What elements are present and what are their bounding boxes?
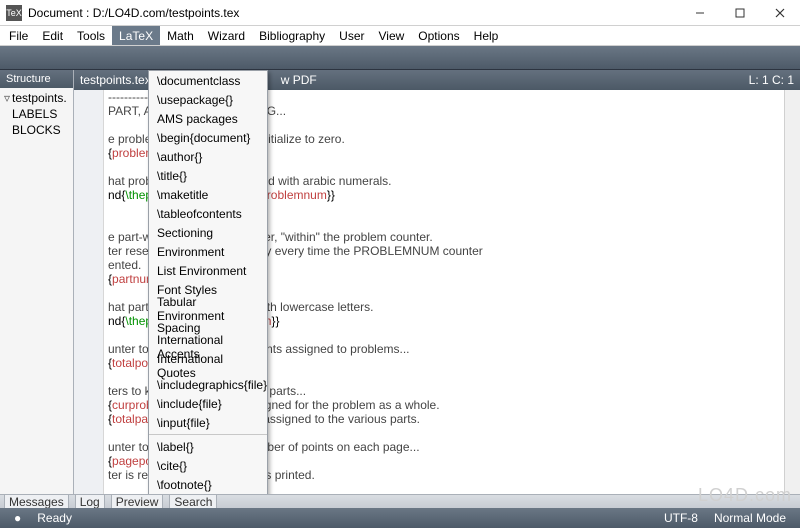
- menu-option[interactable]: \footnote{}: [149, 475, 267, 494]
- twisty-icon[interactable]: ▿: [2, 91, 12, 105]
- status-encoding: UTF-8: [656, 511, 706, 525]
- structure-header: Structure: [0, 70, 73, 88]
- menu-file[interactable]: File: [2, 26, 35, 45]
- menu-option[interactable]: \documentclass: [149, 71, 267, 90]
- center-area: \documentclass\usepackage{}AMS packages\…: [74, 70, 800, 494]
- menu-user[interactable]: User: [332, 26, 371, 45]
- menu-option[interactable]: \author{}: [149, 147, 267, 166]
- menu-option[interactable]: Sectioning: [149, 223, 267, 242]
- menu-option[interactable]: Tabular Environment: [149, 299, 267, 318]
- tab-pdf[interactable]: w PDF: [281, 73, 317, 87]
- tree-item-root[interactable]: ▿ testpoints.: [2, 90, 71, 106]
- main-area: Structure ▿ testpoints. LABELS BLOCKS \d…: [0, 70, 800, 494]
- menu-math[interactable]: Math: [160, 26, 201, 45]
- menu-edit[interactable]: Edit: [35, 26, 70, 45]
- titlebar: TeX Document : D:/LO4D.com/testpoints.te…: [0, 0, 800, 26]
- menu-option[interactable]: \usepackage{}: [149, 90, 267, 109]
- tree-item[interactable]: LABELS: [2, 106, 71, 122]
- menu-option[interactable]: International Quotes: [149, 356, 267, 375]
- menu-options[interactable]: Options: [411, 26, 466, 45]
- tree-item[interactable]: BLOCKS: [2, 122, 71, 138]
- tab-document[interactable]: testpoints.tex: [80, 73, 151, 87]
- menu-option[interactable]: \begin{document}: [149, 128, 267, 147]
- scrollbar-vertical[interactable]: [784, 90, 800, 494]
- menu-option[interactable]: \input{file}: [149, 413, 267, 432]
- app-icon: TeX: [6, 5, 22, 21]
- toolbar: [0, 46, 800, 70]
- bottom-tabs: MessagesLogPreviewSearch: [0, 494, 800, 508]
- menu-option[interactable]: \label{}: [149, 437, 267, 456]
- latex-menu-dropdown[interactable]: \documentclass\usepackage{}AMS packages\…: [148, 70, 268, 494]
- watermark: LO4D.com: [698, 485, 792, 506]
- menu-bibliography[interactable]: Bibliography: [252, 26, 332, 45]
- menu-option[interactable]: \title{}: [149, 166, 267, 185]
- status-bullet: ●: [6, 511, 29, 525]
- menu-view[interactable]: View: [372, 26, 412, 45]
- maximize-button[interactable]: [720, 0, 760, 25]
- cursor-position: L: 1 C: 1: [749, 73, 794, 87]
- line-gutter: 3132333435 36: [74, 90, 104, 494]
- menu-option[interactable]: List Environment: [149, 261, 267, 280]
- status-bar: ● Ready UTF-8 Normal Mode: [0, 508, 800, 528]
- window-title: Document : D:/LO4D.com/testpoints.tex: [28, 6, 680, 20]
- structure-tree[interactable]: ▿ testpoints. LABELS BLOCKS: [0, 88, 73, 140]
- menu-option[interactable]: \includegraphics{file}: [149, 375, 267, 394]
- structure-panel: Structure ▿ testpoints. LABELS BLOCKS: [0, 70, 74, 494]
- menu-option[interactable]: \maketitle: [149, 185, 267, 204]
- minimize-button[interactable]: [680, 0, 720, 25]
- menu-tools[interactable]: Tools: [70, 26, 112, 45]
- menu-option[interactable]: \include{file}: [149, 394, 267, 413]
- close-button[interactable]: [760, 0, 800, 25]
- status-msg: Ready: [29, 511, 80, 525]
- menu-latex[interactable]: LaTeX: [112, 26, 160, 45]
- menu-option[interactable]: AMS packages: [149, 109, 267, 128]
- menu-help[interactable]: Help: [467, 26, 506, 45]
- menubar: FileEditToolsLaTeXMathWizardBibliography…: [0, 26, 800, 46]
- menu-wizard[interactable]: Wizard: [201, 26, 252, 45]
- status-mode: Normal Mode: [706, 511, 794, 525]
- menu-option[interactable]: \tableofcontents: [149, 204, 267, 223]
- menu-option[interactable]: \cite{}: [149, 456, 267, 475]
- menu-option[interactable]: Environment: [149, 242, 267, 261]
- tree-item-label: testpoints.: [12, 91, 67, 105]
